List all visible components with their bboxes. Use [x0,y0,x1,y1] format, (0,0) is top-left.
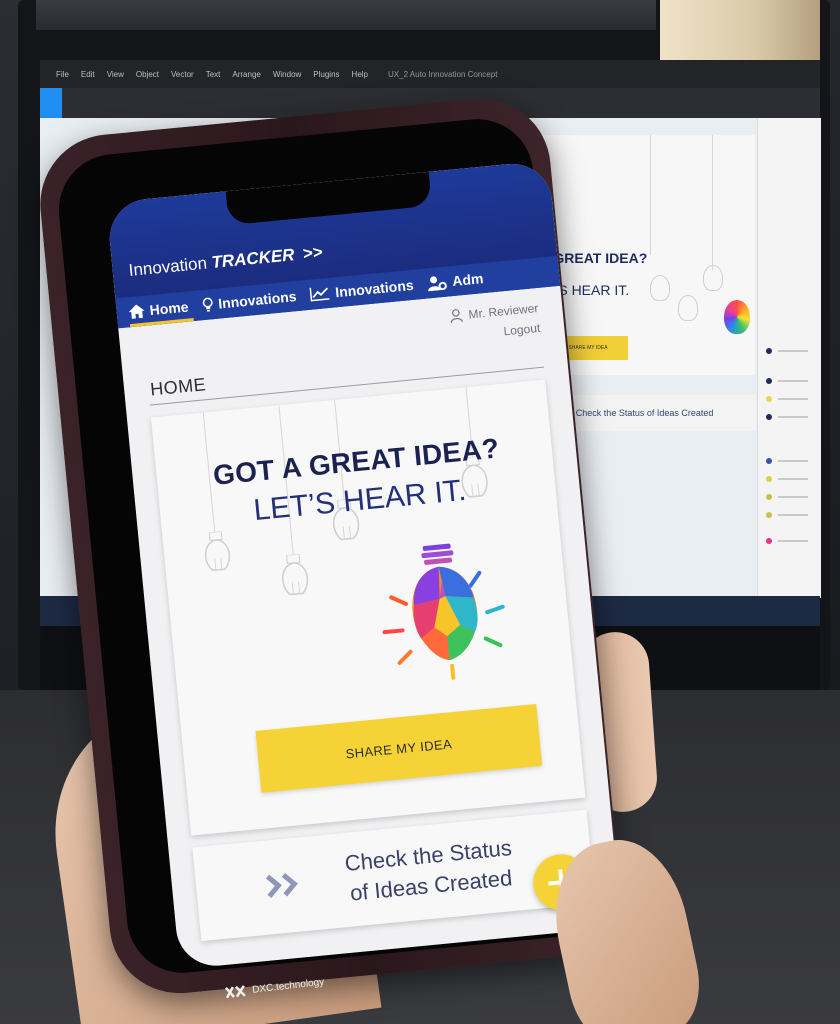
menu-item-view: View [106,69,124,79]
menu-item-window: Window [272,69,302,79]
nav-tab-home[interactable]: Home [127,292,190,328]
menu-item-vector: Vector [171,69,194,79]
phone-bezel: Innovation TRACKER >> Home Innovations I… [53,114,622,999]
background-mug [660,0,820,60]
user-menu: Mr. Reviewer Logout [449,298,541,346]
background-properties-panel [757,118,821,598]
nav-tab-label: Home [148,298,190,319]
app-title-prefix: Innovation [127,253,208,280]
rainbow-lightbulb-icon [382,543,505,680]
background-color-bulb-icon [724,300,750,334]
color-swatch [766,494,772,500]
nav-tab-label: Innovations [334,276,415,301]
color-swatch [766,414,772,420]
menu-item-edit: Edit [80,69,95,79]
phone-screen: Innovation TRACKER >> Home Innovations I… [106,160,622,970]
outline-bulb-icon [204,530,231,572]
dxc-logo-icon [224,985,246,999]
bg-bulb-outline [703,265,723,291]
user-gear-icon [428,275,447,291]
lightbulb-icon [202,297,213,312]
home-icon [128,304,145,319]
double-chevron-right-icon [265,873,298,899]
user-icon [450,309,463,323]
menu-item-plugins: Plugins [313,69,340,79]
color-swatch [766,512,772,518]
menu-item-text: Text [205,69,221,79]
outline-bulb-icon [282,553,309,596]
check-status-text: Check the Status of Ideas Created [317,831,542,912]
color-swatch [766,476,772,482]
menu-item-object: Object [135,69,160,79]
page-title: HOME [149,374,207,400]
share-my-idea-button[interactable]: SHARE MY IDEA [255,703,543,793]
nav-tab-innovations[interactable]: Innovations [201,281,298,320]
app-title-emphasis: TRACKER [210,245,296,273]
background-menubar: File Edit View Object Vector Text Arrang… [40,60,820,88]
background-window-edge [36,0,656,30]
color-swatch [766,396,772,402]
bg-bulb-outline [650,275,670,301]
bg-bulb-outline [678,295,698,321]
color-swatch [766,458,772,464]
bg-bulb-cord [712,135,713,270]
background-filename: UX_2 Auto Innovation Concept [388,69,498,79]
menu-item-help: Help [351,69,368,79]
menu-item-file: File [56,69,69,79]
app-title-chevron: >> [302,242,324,264]
photo-scene: File Edit View Object Vector Text Arrang… [0,0,840,1024]
background-active-tool [40,88,62,118]
hero-card: GOT A GREAT IDEA? LET’S HEAR IT. SHARE M… [150,379,586,836]
color-swatch [766,378,772,384]
menu-item-arrange: Arrange [232,69,261,79]
app-title[interactable]: Innovation TRACKER >> [128,242,324,281]
phone: Innovation TRACKER >> Home Innovations I… [19,81,641,1009]
nav-tab-label: Adm [451,270,485,290]
line-chart-icon [309,287,330,302]
nav-tab-label: Innovations [217,288,298,312]
bg-bulb-cord [650,135,651,255]
color-swatch [766,538,772,544]
background-status-text: Check the Status of Ideas Created [575,408,714,418]
nav-tab-innovations-analytics[interactable]: Innovations [309,270,415,310]
color-swatch [766,348,772,354]
nav-tab-admin[interactable]: Adm [426,263,485,298]
